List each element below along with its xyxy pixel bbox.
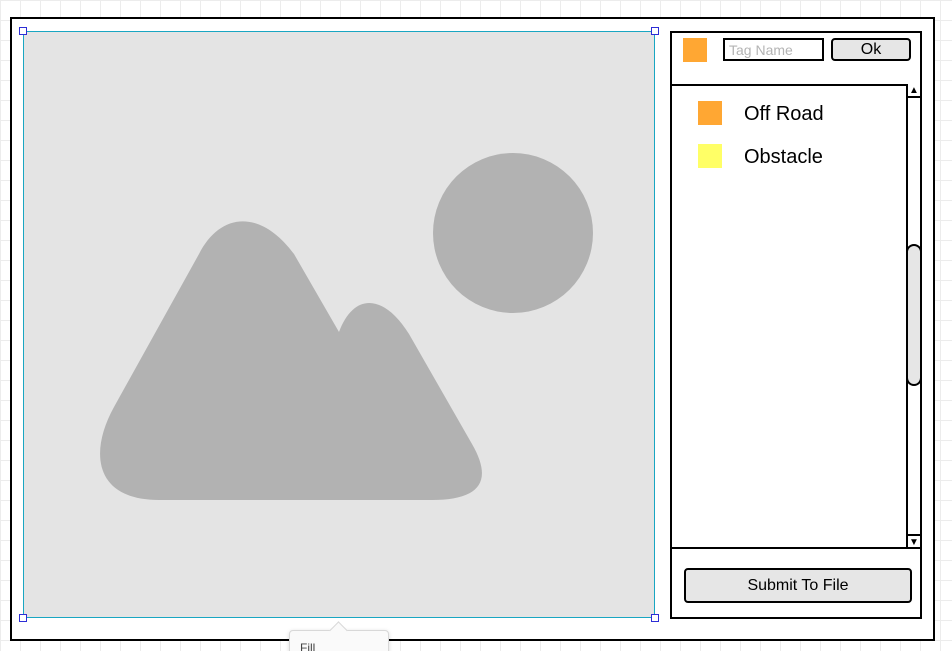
arrow-down-icon[interactable]: ▼ [908,534,920,548]
submit-to-file-button[interactable]: Submit To File [684,568,912,603]
tag-list-scrollbar[interactable]: ▲ ▼ [906,84,922,548]
tag-item-obstacle[interactable]: Obstacle [698,144,898,168]
tag-label: Obstacle [744,146,823,168]
tag-panel: Ok Off Road Obstacle ▲ ▼ Submit To File [670,31,922,619]
panel-footer: Submit To File [672,547,920,619]
fill-tooltip: Fill [289,621,389,651]
resize-handle-bottom-right[interactable] [651,614,659,622]
tag-item-off-road[interactable]: Off Road [698,101,898,125]
tooltip-label: Fill [300,641,316,651]
tag-color-swatch [698,144,722,168]
scroll-thumb[interactable] [906,244,922,386]
ok-button[interactable]: Ok [831,38,911,61]
resize-handle-top-right[interactable] [651,27,659,35]
image-placeholder[interactable] [23,31,655,618]
arrow-up-icon[interactable]: ▲ [908,84,920,98]
tag-label: Off Road [744,103,824,125]
tag-name-input[interactable] [723,38,824,61]
resize-handle-top-left[interactable] [19,27,27,35]
sun-shape [433,153,593,313]
tag-list: Off Road Obstacle [672,86,906,547]
color-picker-swatch[interactable] [683,38,707,62]
tag-color-swatch [698,101,722,125]
tag-editor: Ok [672,33,920,86]
resize-handle-bottom-left[interactable] [19,614,27,622]
mountain-shape [100,221,482,500]
image-placeholder-icon [100,153,593,500]
